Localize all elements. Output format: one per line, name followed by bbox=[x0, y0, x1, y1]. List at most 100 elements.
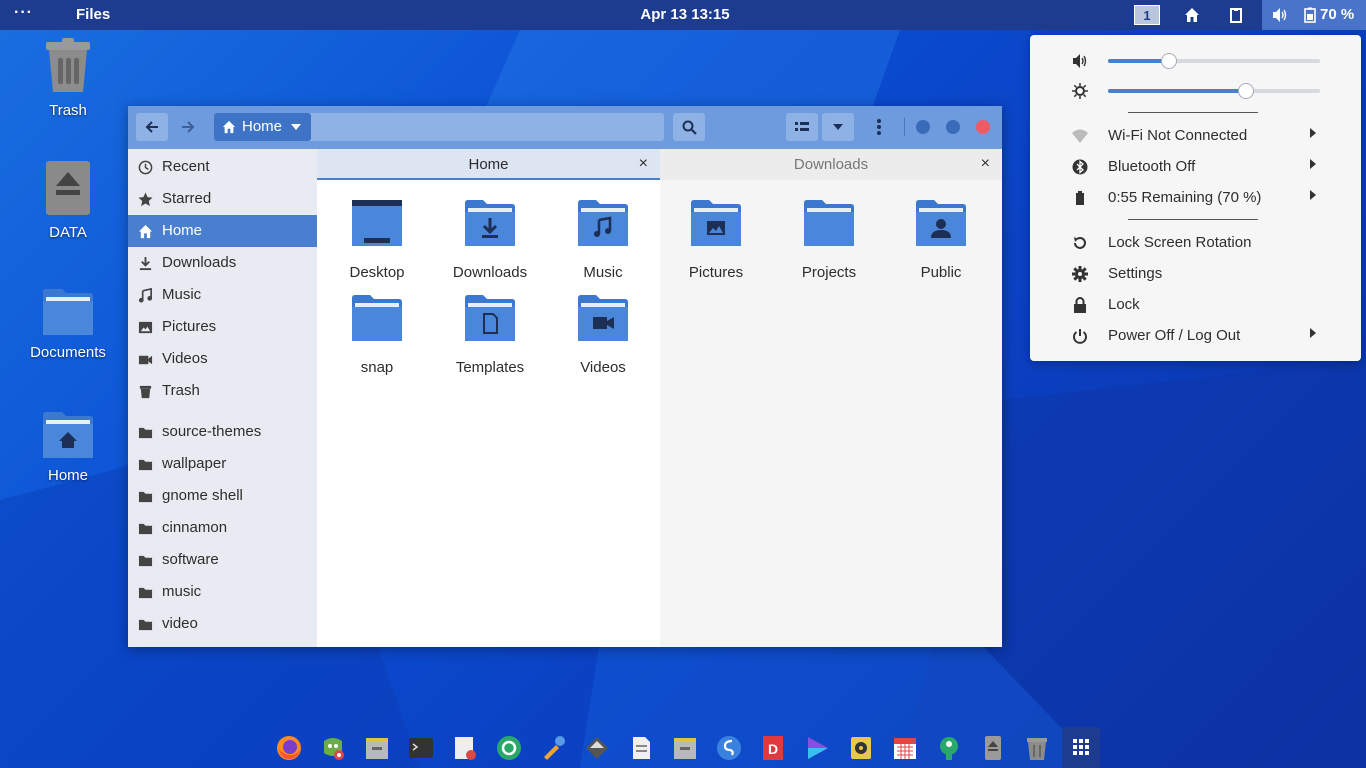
firefox-icon[interactable] bbox=[276, 735, 302, 761]
search-icon bbox=[682, 120, 697, 135]
sidebar-item-wallpaper[interactable]: wallpaper bbox=[128, 448, 317, 480]
bluetooth-icon bbox=[1072, 159, 1088, 175]
sidebar-item-label: software bbox=[162, 551, 219, 568]
sidebar-item-label: Home bbox=[162, 222, 203, 239]
desktop-documents[interactable]: Documents bbox=[23, 288, 113, 361]
battery-percentage: 70 % bbox=[1320, 6, 1355, 23]
text-editor-icon[interactable] bbox=[452, 735, 478, 761]
menu-item-lock-rotation[interactable]: Lock Screen Rotation bbox=[1030, 229, 1361, 257]
sidebar-item-pictures[interactable]: Pictures bbox=[128, 311, 317, 343]
tab-label: Home bbox=[468, 156, 509, 173]
sidebar-item-gnome-shell[interactable]: gnome shell bbox=[128, 480, 317, 512]
sidebar-item-label: music bbox=[162, 583, 202, 600]
workspace-indicator[interactable]: 1 bbox=[1134, 5, 1160, 25]
terminal-icon[interactable] bbox=[408, 735, 434, 761]
sidebar-item-video-folder[interactable]: video bbox=[128, 608, 317, 640]
gimp-icon[interactable] bbox=[320, 735, 346, 761]
folder-icon bbox=[352, 295, 402, 341]
volume-slider[interactable] bbox=[1108, 53, 1320, 69]
clock-icon bbox=[138, 160, 153, 175]
sidebar-item-label: video bbox=[162, 615, 198, 632]
clipboard-icon[interactable] bbox=[1228, 7, 1244, 23]
folder-icon bbox=[138, 555, 153, 567]
usb-drive-icon[interactable] bbox=[980, 735, 1006, 761]
minimize-button[interactable] bbox=[916, 120, 930, 134]
menu-item-power[interactable]: Power Off / Log Out bbox=[1030, 322, 1361, 350]
sidebar-item-starred[interactable]: Starred bbox=[128, 183, 317, 215]
brightness-slider-knob[interactable] bbox=[1237, 83, 1254, 99]
tab-close-button[interactable]: × bbox=[639, 155, 648, 173]
trash-icon[interactable] bbox=[1024, 735, 1050, 761]
chevron-right-icon bbox=[1310, 328, 1316, 338]
d-app-icon[interactable]: D bbox=[760, 735, 786, 761]
sidebar-item-cinnamon[interactable]: cinnamon bbox=[128, 512, 317, 544]
clock[interactable]: Apr 13 13:15 bbox=[600, 6, 770, 23]
media-player-icon[interactable] bbox=[804, 735, 830, 761]
desktop-home[interactable]: Home bbox=[23, 411, 113, 484]
view-toggle-button[interactable] bbox=[786, 113, 818, 141]
download-icon bbox=[139, 256, 152, 271]
software-icon[interactable] bbox=[936, 735, 962, 761]
tab-downloads[interactable]: Downloads × bbox=[660, 149, 1002, 180]
sidebar-item-music-folder[interactable]: music bbox=[128, 576, 317, 608]
desktop-folder-icon bbox=[352, 200, 402, 246]
folder-label: Projects bbox=[801, 264, 857, 281]
menu-item-bluetooth[interactable]: Bluetooth Off bbox=[1030, 153, 1361, 181]
trash-icon bbox=[139, 385, 152, 399]
show-apps-button[interactable] bbox=[1062, 727, 1100, 768]
sidebar-item-downloads[interactable]: Downloads bbox=[128, 247, 317, 279]
gear-icon bbox=[1072, 266, 1088, 282]
activities-button[interactable]: ··· bbox=[14, 4, 33, 22]
menu-button[interactable] bbox=[864, 113, 894, 141]
recycle-app-icon[interactable] bbox=[496, 735, 522, 761]
rhythmbox-icon[interactable] bbox=[848, 735, 874, 761]
files-icon[interactable] bbox=[364, 735, 390, 761]
sidebar-item-label: Downloads bbox=[162, 254, 237, 271]
volume-icon[interactable] bbox=[1272, 7, 1288, 23]
menu-item-lock[interactable]: Lock bbox=[1030, 291, 1361, 319]
path-home-button[interactable]: Home bbox=[214, 113, 311, 141]
header-bar: Home bbox=[128, 106, 1002, 149]
templates-folder-icon bbox=[465, 295, 515, 341]
inkscape-icon[interactable] bbox=[584, 735, 610, 761]
sidebar-item-videos[interactable]: Videos bbox=[128, 343, 317, 375]
music-folder-icon bbox=[578, 200, 628, 246]
path-bar[interactable]: Home bbox=[214, 113, 664, 141]
sidebar-item-recent[interactable]: Recent bbox=[128, 151, 317, 183]
document-icon[interactable] bbox=[628, 735, 654, 761]
simplenote-icon[interactable] bbox=[716, 735, 742, 761]
archive-icon[interactable] bbox=[672, 735, 698, 761]
menu-separator bbox=[1128, 112, 1258, 113]
tab-home[interactable]: Home × bbox=[317, 149, 660, 180]
sidebar-item-music[interactable]: Music bbox=[128, 279, 317, 311]
desktop-data-drive[interactable]: DATA bbox=[23, 160, 113, 241]
sidebar-item-source-themes[interactable]: source-themes bbox=[128, 416, 317, 448]
maximize-button[interactable] bbox=[946, 120, 960, 134]
menu-item-wifi[interactable]: Wi-Fi Not Connected bbox=[1030, 122, 1361, 150]
home-folder-icon bbox=[43, 412, 93, 458]
calendar-icon[interactable] bbox=[892, 735, 918, 761]
menu-item-battery[interactable]: 0:55 Remaining (70 %) bbox=[1030, 184, 1361, 212]
desktop-trash[interactable]: Trash bbox=[23, 38, 113, 119]
sidebar-item-home[interactable]: Home bbox=[128, 215, 317, 247]
tab-close-button[interactable]: × bbox=[981, 155, 990, 173]
home-icon[interactable] bbox=[1184, 7, 1200, 23]
volume-slider-knob[interactable] bbox=[1161, 53, 1178, 69]
search-button[interactable] bbox=[673, 113, 705, 141]
view-options-button[interactable] bbox=[822, 113, 854, 141]
close-button[interactable] bbox=[976, 120, 990, 134]
sidebar-item-trash[interactable]: Trash bbox=[128, 375, 317, 407]
forward-button[interactable] bbox=[172, 113, 204, 141]
color-picker-icon[interactable] bbox=[540, 735, 566, 761]
folder-label: Videos bbox=[580, 359, 626, 376]
brightness-icon bbox=[1072, 83, 1088, 99]
sidebar-item-label: Starred bbox=[162, 190, 212, 207]
sidebar-item-label: Recent bbox=[162, 158, 210, 175]
folder-icon bbox=[138, 523, 153, 535]
menu-item-settings[interactable]: Settings bbox=[1030, 260, 1361, 288]
back-button[interactable] bbox=[136, 113, 168, 141]
battery-icon[interactable] bbox=[1302, 7, 1318, 23]
sidebar-item-software[interactable]: software bbox=[128, 544, 317, 576]
brightness-slider[interactable] bbox=[1108, 83, 1320, 99]
app-menu[interactable]: Files bbox=[76, 6, 110, 23]
